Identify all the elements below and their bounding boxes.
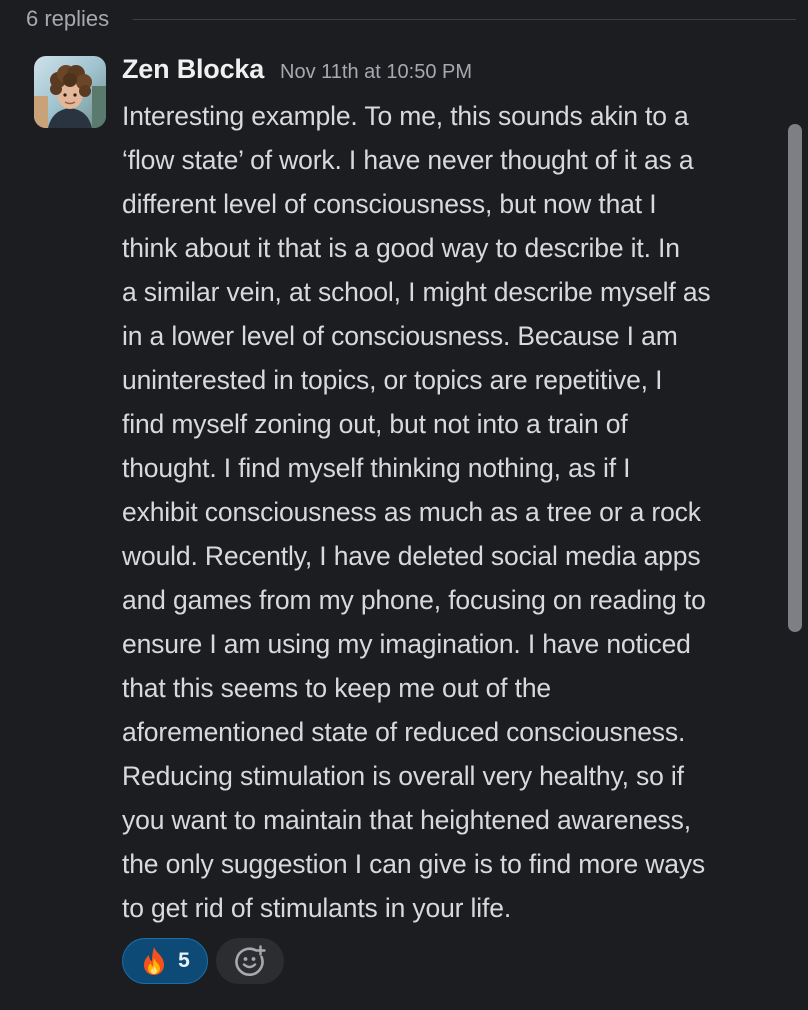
- replies-count[interactable]: 6 replies: [26, 5, 109, 33]
- thread-view: 6 replies Zen Blocka Nov 11th at 10:50 P…: [0, 0, 808, 1010]
- message-line: think about it that is a good way to des…: [122, 233, 680, 263]
- message-line: exhibit consciousness as much as a tree …: [122, 497, 701, 527]
- add-emoji-icon: [235, 945, 266, 977]
- message-line: would. Recently, I have deleted social m…: [122, 541, 701, 571]
- message-line: ensure I am using my imagination. I have…: [122, 629, 691, 659]
- timestamp[interactable]: Nov 11th at 10:50 PM: [280, 61, 472, 84]
- message-line: aforementioned state of reduced consciou…: [122, 717, 686, 747]
- author-name[interactable]: Zen Blocka: [122, 54, 264, 85]
- message: Zen Blocka Nov 11th at 10:50 PM Interest…: [122, 54, 782, 930]
- add-reaction-button[interactable]: [216, 938, 284, 984]
- replies-divider-row: 6 replies: [26, 5, 796, 33]
- message-line: find myself zoning out, but not into a t…: [122, 409, 628, 439]
- message-line: in a lower level of consciousness. Becau…: [122, 321, 678, 351]
- message-header: Zen Blocka Nov 11th at 10:50 PM: [122, 54, 782, 90]
- divider: [133, 18, 796, 20]
- message-line: Reducing stimulation is overall very hea…: [122, 761, 684, 791]
- message-line: to get rid of stimulants in your life.: [122, 893, 512, 923]
- message-line: that this seems to keep me out of the: [122, 673, 551, 703]
- avatar-image: [34, 56, 106, 128]
- message-line: and games from my phone, focusing on rea…: [122, 585, 706, 615]
- message-line: uninterested in topics, or topics are re…: [122, 365, 663, 395]
- message-line: ‘flow state’ of work. I have never thoug…: [122, 145, 694, 175]
- message-line: the only suggestion I can give is to fin…: [122, 849, 706, 879]
- message-line: you want to maintain that heightened awa…: [122, 805, 691, 835]
- message-line: a similar vein, at school, I might descr…: [122, 277, 711, 307]
- message-text: Interesting example. To me, this sounds …: [122, 94, 782, 930]
- message-line: thought. I find myself thinking nothing,…: [122, 453, 631, 483]
- reaction-count: 5: [178, 949, 190, 972]
- fire-icon: [144, 947, 165, 975]
- avatar[interactable]: [34, 56, 106, 128]
- message-line: different level of consciousness, but no…: [122, 189, 657, 219]
- reactions-bar: 5: [122, 938, 284, 984]
- message-line: Interesting example. To me, this sounds …: [122, 101, 689, 131]
- reaction-fire[interactable]: 5: [122, 938, 208, 984]
- scrollbar-thumb[interactable]: [788, 124, 802, 632]
